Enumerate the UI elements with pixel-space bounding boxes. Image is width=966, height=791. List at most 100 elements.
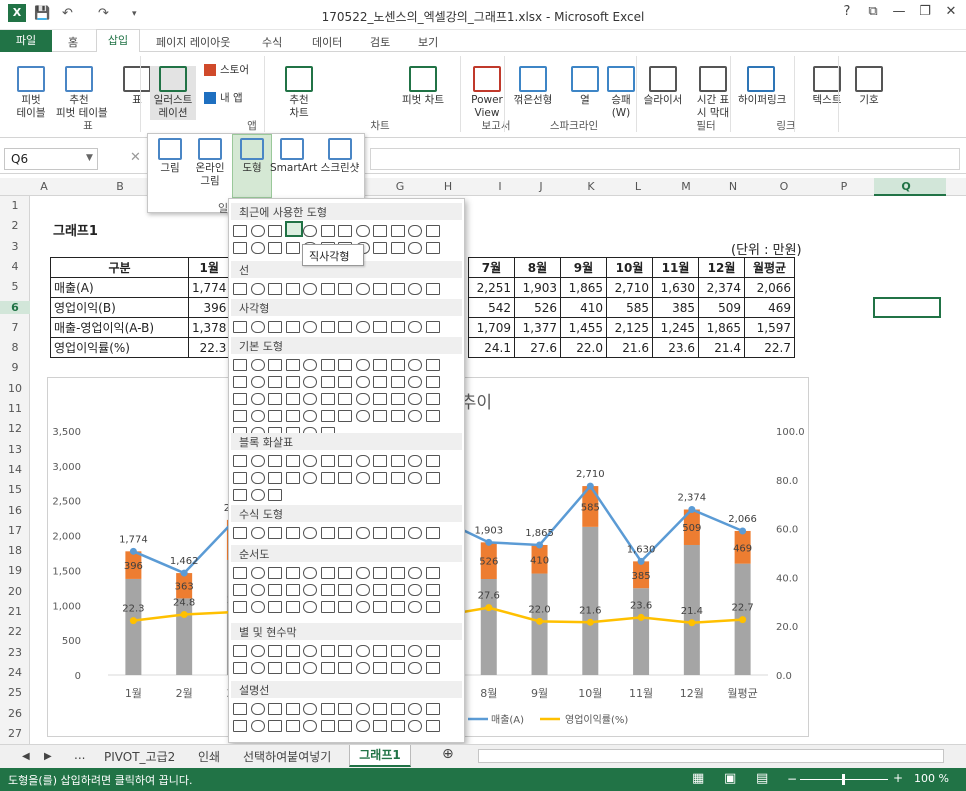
shape-option-icon[interactable] bbox=[320, 567, 335, 579]
table-cell[interactable]: 22.7 bbox=[744, 337, 795, 358]
row-header-21[interactable]: 21 bbox=[0, 605, 30, 618]
shape-option-icon[interactable] bbox=[285, 720, 300, 732]
shape-option-icon[interactable] bbox=[268, 645, 282, 657]
shape-option-icon[interactable] bbox=[373, 225, 387, 237]
table-cell[interactable]: 1,597 bbox=[744, 317, 795, 338]
shape-option-icon[interactable] bbox=[355, 472, 370, 484]
shape-option-icon[interactable] bbox=[355, 601, 370, 613]
shape-option-icon[interactable] bbox=[268, 225, 282, 237]
table-cell[interactable]: 9월 bbox=[560, 257, 607, 278]
shape-option-icon[interactable] bbox=[250, 489, 265, 501]
shape-option-icon[interactable] bbox=[250, 567, 265, 579]
shape-option-icon[interactable] bbox=[425, 410, 440, 422]
recommended-charts-button[interactable]: 추천 차트 bbox=[276, 66, 322, 120]
shape-option-icon[interactable] bbox=[233, 225, 247, 237]
shape-option-icon[interactable] bbox=[268, 527, 282, 539]
shape-option-icon[interactable] bbox=[285, 321, 300, 333]
shape-option-icon[interactable] bbox=[303, 321, 317, 333]
tab-home[interactable]: 홈 bbox=[68, 34, 78, 50]
shape-option-icon[interactable] bbox=[408, 601, 422, 613]
table-cell[interactable]: 410 bbox=[560, 297, 607, 318]
table-cell[interactable]: 21.6 bbox=[606, 337, 653, 358]
shape-option-icon[interactable] bbox=[268, 359, 282, 371]
shape-option-icon[interactable] bbox=[355, 527, 370, 539]
shape-option-icon[interactable] bbox=[408, 225, 422, 237]
shape-option-icon[interactable] bbox=[408, 703, 422, 715]
column-header-G[interactable]: G bbox=[392, 180, 408, 193]
zoom-in-icon[interactable]: + bbox=[893, 771, 903, 785]
pivot-table-button[interactable]: 피벗 테이블 bbox=[8, 66, 54, 120]
shape-option-icon[interactable] bbox=[355, 584, 370, 596]
shape-option-icon[interactable] bbox=[268, 472, 282, 484]
shape-option-icon[interactable] bbox=[390, 225, 405, 237]
shape-option-icon[interactable] bbox=[268, 455, 282, 467]
shape-option-icon[interactable] bbox=[355, 359, 370, 371]
shape-option-icon[interactable] bbox=[250, 662, 265, 674]
table-cell[interactable]: 21.4 bbox=[698, 337, 745, 358]
shape-option-icon[interactable] bbox=[373, 584, 387, 596]
shape-option-icon[interactable] bbox=[303, 225, 317, 237]
shapes-dropdown[interactable]: 최근에 사용한 도형 선 사각형 기본 도형 블록 화살표 수식 도형 순서도 별 및 현수막… bbox=[228, 198, 465, 743]
shape-option-icon[interactable] bbox=[320, 703, 335, 715]
shape-option-icon[interactable] bbox=[250, 410, 265, 422]
shape-option-icon[interactable] bbox=[425, 645, 440, 657]
shape-option-icon[interactable] bbox=[268, 489, 282, 501]
online-picture-button[interactable]: 온라인 그림 bbox=[192, 138, 228, 188]
shape-option-icon[interactable] bbox=[285, 662, 300, 674]
table-cell[interactable]: 2,125 bbox=[606, 317, 653, 338]
shape-option-icon[interactable] bbox=[425, 225, 440, 237]
table-cell[interactable]: 영업이익률(%) bbox=[50, 337, 189, 358]
shape-option-icon[interactable] bbox=[408, 393, 422, 405]
shape-option-icon[interactable] bbox=[338, 584, 352, 596]
shape-option-icon[interactable] bbox=[285, 393, 300, 405]
table-cell[interactable]: 2,374 bbox=[698, 277, 745, 298]
shape-option-icon[interactable] bbox=[233, 472, 247, 484]
shape-option-icon[interactable] bbox=[390, 584, 405, 596]
shape-option-icon[interactable] bbox=[320, 645, 335, 657]
shape-option-icon[interactable] bbox=[390, 567, 405, 579]
shape-option-icon[interactable] bbox=[390, 645, 405, 657]
column-header-O[interactable]: O bbox=[776, 180, 792, 193]
smartart-button[interactable]: SmartArt bbox=[270, 138, 317, 175]
column-header-J[interactable]: J bbox=[533, 180, 549, 193]
shape-option-icon[interactable] bbox=[408, 455, 422, 467]
sparkline-line-button[interactable]: 꺾은선형 bbox=[510, 66, 556, 107]
shape-option-icon[interactable] bbox=[338, 703, 352, 715]
shape-option-icon[interactable] bbox=[390, 455, 405, 467]
shape-option-icon[interactable] bbox=[425, 662, 440, 674]
zoom-out-icon[interactable]: − bbox=[787, 772, 797, 786]
row-header-23[interactable]: 23 bbox=[0, 646, 30, 659]
shape-option-icon[interactable] bbox=[373, 601, 387, 613]
shape-option-icon[interactable] bbox=[268, 703, 282, 715]
page-layout-view-icon[interactable]: ▣ bbox=[724, 771, 736, 786]
column-header-K[interactable]: K bbox=[583, 180, 599, 193]
column-header-H[interactable]: H bbox=[440, 180, 456, 193]
shape-option-icon[interactable] bbox=[373, 455, 387, 467]
column-header-A[interactable]: A bbox=[36, 180, 52, 193]
shape-option-icon[interactable] bbox=[355, 283, 370, 295]
shape-option-icon[interactable] bbox=[373, 359, 387, 371]
ribbon-display-button[interactable]: ⧉ bbox=[860, 4, 886, 19]
shape-option-icon[interactable] bbox=[425, 472, 440, 484]
table-cell[interactable]: 469 bbox=[744, 297, 795, 318]
shape-option-icon[interactable] bbox=[285, 645, 300, 657]
normal-view-icon[interactable]: ▦ bbox=[692, 771, 704, 786]
shape-option-icon[interactable] bbox=[373, 472, 387, 484]
shape-option-icon[interactable] bbox=[408, 527, 422, 539]
tab-data[interactable]: 데이터 bbox=[312, 34, 342, 50]
shape-option-icon[interactable] bbox=[355, 645, 370, 657]
row-header-13[interactable]: 13 bbox=[0, 443, 30, 456]
shape-option-icon[interactable] bbox=[285, 410, 300, 422]
shape-option-icon[interactable] bbox=[338, 601, 352, 613]
shape-option-icon[interactable] bbox=[250, 455, 265, 467]
shape-option-icon[interactable] bbox=[250, 703, 265, 715]
shape-option-icon[interactable] bbox=[408, 472, 422, 484]
shape-option-icon[interactable] bbox=[338, 359, 352, 371]
row-header-22[interactable]: 22 bbox=[0, 625, 30, 638]
table-cell[interactable]: 585 bbox=[606, 297, 653, 318]
shape-option-icon[interactable] bbox=[250, 376, 265, 388]
shape-option-icon[interactable] bbox=[338, 720, 352, 732]
row-header-7[interactable]: 7 bbox=[0, 321, 30, 334]
shape-option-icon[interactable] bbox=[233, 393, 247, 405]
shape-option-icon[interactable] bbox=[250, 720, 265, 732]
